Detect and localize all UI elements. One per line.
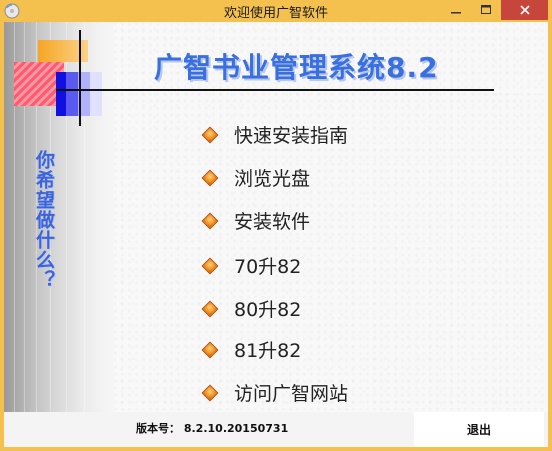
orange-diamond-bullet-icon bbox=[202, 170, 216, 184]
main-panel: 你希望做什么？ 广智书业管理系统8.2 快速安装指南 浏览光盘 安装软件 70升… bbox=[4, 22, 548, 447]
minimize-icon bbox=[451, 12, 461, 14]
logo-vertical-line bbox=[79, 30, 81, 126]
installer-window: 欢迎使用广智软件 你希望做什么？ 广智书业管理系统8.2 快速安装指南 浏览光盘… bbox=[0, 0, 552, 451]
orange-diamond-bullet-icon bbox=[202, 213, 216, 227]
menu-item-label: 81升82 bbox=[234, 339, 302, 362]
footer-bar: 版本号： 8.2.10.20150731 退出 bbox=[4, 412, 548, 447]
menu-item-install-software[interactable]: 安装软件 bbox=[202, 206, 310, 234]
menu-item-label: 安装软件 bbox=[234, 210, 311, 233]
menu-item-label: 80升82 bbox=[234, 298, 302, 321]
menu-item-quick-install-guide[interactable]: 快速安装指南 bbox=[202, 120, 348, 148]
orange-diamond-bullet-icon bbox=[202, 385, 216, 399]
menu-item-upgrade-70-to-82[interactable]: 70升82 bbox=[202, 251, 301, 279]
menu-item-upgrade-80-to-82[interactable]: 80升82 bbox=[202, 294, 301, 322]
menu-item-visit-website[interactable]: 访问广智网站 bbox=[202, 378, 348, 406]
orange-diamond-bullet-icon bbox=[202, 342, 216, 356]
orange-diamond-bullet-icon bbox=[202, 258, 216, 272]
menu-item-upgrade-81-to-82[interactable]: 81升82 bbox=[202, 335, 301, 363]
version-info: 版本号： 8.2.10.20150731 bbox=[136, 420, 288, 436]
sidebar-prompt: 你希望做什么？ bbox=[33, 150, 55, 290]
menu-item-label: 70升82 bbox=[234, 255, 302, 278]
exit-button[interactable]: 退出 bbox=[414, 412, 544, 447]
maximize-button[interactable] bbox=[471, 0, 501, 20]
close-button[interactable] bbox=[501, 0, 548, 20]
title-bar[interactable]: 欢迎使用广智软件 bbox=[0, 0, 552, 22]
header-rule bbox=[56, 89, 494, 91]
orange-diamond-bullet-icon bbox=[202, 127, 216, 141]
menu-item-label: 浏览光盘 bbox=[234, 167, 311, 190]
close-icon bbox=[519, 5, 530, 15]
menu-item-browse-disc[interactable]: 浏览光盘 bbox=[202, 163, 310, 191]
version-number: 8.2.10.20150731 bbox=[183, 422, 289, 435]
maximize-icon bbox=[481, 5, 491, 14]
app-title: 广智书业管理系统8.2 bbox=[154, 51, 439, 84]
orange-diamond-bullet-icon bbox=[202, 301, 216, 315]
menu-item-label: 快速安装指南 bbox=[234, 124, 349, 147]
minimize-button[interactable] bbox=[441, 0, 471, 20]
version-label: 版本号： bbox=[136, 422, 180, 435]
menu-item-label: 访问广智网站 bbox=[234, 382, 349, 405]
